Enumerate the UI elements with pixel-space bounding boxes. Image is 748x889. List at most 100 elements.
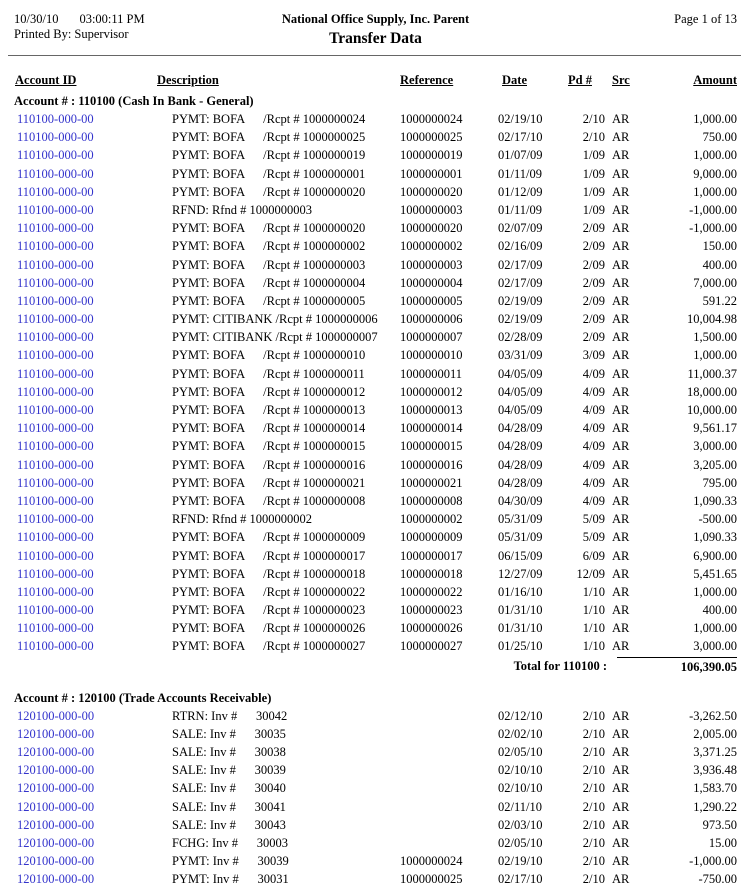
account-id-link[interactable]: 120100-000-00: [14, 707, 172, 725]
row-date: 04/28/09: [498, 456, 558, 474]
row-period: 2/10: [558, 707, 605, 725]
account-id-link[interactable]: 110100-000-00: [14, 528, 172, 546]
row-description: PYMT: BOFA /Rcpt # 1000000008: [172, 492, 398, 510]
account-id-link[interactable]: 110100-000-00: [14, 437, 172, 455]
row-amount: 1,583.70: [647, 779, 737, 797]
account-id-link[interactable]: 110100-000-00: [14, 547, 172, 565]
row-date: 04/28/09: [498, 419, 558, 437]
row-description: PYMT: CITIBANK /Rcpt # 1000000006: [172, 310, 398, 328]
account-id-link[interactable]: 110100-000-00: [14, 219, 172, 237]
account-id-link[interactable]: 120100-000-00: [14, 870, 172, 888]
account-id-link[interactable]: 110100-000-00: [14, 274, 172, 292]
account-id-link[interactable]: 110100-000-00: [14, 201, 172, 219]
account-id-link[interactable]: 120100-000-00: [14, 798, 172, 816]
row-date: 02/10/10: [498, 761, 558, 779]
row-amount: 3,000.00: [647, 437, 737, 455]
account-id-link[interactable]: 120100-000-00: [14, 761, 172, 779]
account-id-link[interactable]: 110100-000-00: [14, 419, 172, 437]
account-id-link[interactable]: 110100-000-00: [14, 165, 172, 183]
account-id-link[interactable]: 110100-000-00: [14, 601, 172, 619]
row-amount: 1,000.00: [647, 346, 737, 364]
column-header-amount: Amount: [647, 72, 737, 90]
section-rows: 120100-000-00 RTRN: Inv # 30042 02/12/10…: [14, 707, 737, 889]
account-id-link[interactable]: 120100-000-00: [14, 725, 172, 743]
row-reference: 1000000009: [398, 528, 498, 546]
account-id-link[interactable]: 110100-000-00: [14, 583, 172, 601]
account-id-link[interactable]: 110100-000-00: [14, 256, 172, 274]
account-id-link[interactable]: 110100-000-00: [14, 183, 172, 201]
row-source: AR: [605, 637, 647, 655]
row-source: AR: [605, 165, 647, 183]
row-description: PYMT: BOFA /Rcpt # 1000000001: [172, 165, 398, 183]
account-id-link[interactable]: 110100-000-00: [14, 565, 172, 583]
account-id-link[interactable]: 120100-000-00: [14, 852, 172, 870]
row-description: PYMT: BOFA /Rcpt # 1000000018: [172, 565, 398, 583]
account-id-link[interactable]: 110100-000-00: [14, 510, 172, 528]
row-description: PYMT: BOFA /Rcpt # 1000000012: [172, 383, 398, 401]
account-id-link[interactable]: 120100-000-00: [14, 779, 172, 797]
row-source: AR: [605, 419, 647, 437]
row-reference: 1000000024: [398, 110, 498, 128]
table-row: 110100-000-00 PYMT: BOFA /Rcpt # 1000000…: [14, 274, 737, 292]
row-date: 02/05/10: [498, 743, 558, 761]
row-reference: 1000000020: [398, 219, 498, 237]
account-id-link[interactable]: 110100-000-00: [14, 383, 172, 401]
table-row: 110100-000-00 PYMT: BOFA /Rcpt # 1000000…: [14, 437, 737, 455]
table-row: 120100-000-00 PYMT: Inv # 30039 10000000…: [14, 852, 737, 870]
row-date: 03/31/09: [498, 346, 558, 364]
table-row: 110100-000-00 PYMT: BOFA /Rcpt # 1000000…: [14, 419, 737, 437]
account-id-link[interactable]: 110100-000-00: [14, 110, 172, 128]
row-date: 02/02/10: [498, 725, 558, 743]
row-amount: 6,900.00: [647, 547, 737, 565]
row-reference: 1000000002: [398, 510, 498, 528]
row-period: 2/10: [558, 761, 605, 779]
row-description: PYMT: BOFA /Rcpt # 1000000015: [172, 437, 398, 455]
account-id-link[interactable]: 110100-000-00: [14, 365, 172, 383]
row-description: SALE: Inv # 30039: [172, 761, 398, 779]
account-id-link[interactable]: 110100-000-00: [14, 456, 172, 474]
account-id-link[interactable]: 110100-000-00: [14, 619, 172, 637]
row-period: 2/09: [558, 328, 605, 346]
row-period: 4/09: [558, 474, 605, 492]
row-source: AR: [605, 779, 647, 797]
account-id-link[interactable]: 110100-000-00: [14, 637, 172, 655]
account-id-link[interactable]: 110100-000-00: [14, 328, 172, 346]
row-description: PYMT: BOFA /Rcpt # 1000000027: [172, 637, 398, 655]
account-id-link[interactable]: 110100-000-00: [14, 292, 172, 310]
section-total-row: Total for 110100 : 106,390.05: [14, 657, 737, 678]
table-row: 110100-000-00 PYMT: BOFA /Rcpt # 1000000…: [14, 492, 737, 510]
row-reference: 1000000019: [398, 146, 498, 164]
table-row: 110100-000-00 PYMT: BOFA /Rcpt # 1000000…: [14, 219, 737, 237]
account-id-link[interactable]: 110100-000-00: [14, 492, 172, 510]
column-header-description: Description: [157, 72, 398, 90]
account-id-link[interactable]: 110100-000-00: [14, 146, 172, 164]
row-reference: 1000000025: [398, 128, 498, 146]
row-source: AR: [605, 474, 647, 492]
row-reference: 1000000024: [398, 852, 498, 870]
account-id-link[interactable]: 110100-000-00: [14, 474, 172, 492]
row-reference: 1000000010: [398, 346, 498, 364]
account-id-link[interactable]: 110100-000-00: [14, 401, 172, 419]
row-period: 1/09: [558, 183, 605, 201]
table-row: 110100-000-00 PYMT: BOFA /Rcpt # 1000000…: [14, 237, 737, 255]
account-id-link[interactable]: 120100-000-00: [14, 834, 172, 852]
row-date: 02/16/09: [498, 237, 558, 255]
account-id-link[interactable]: 110100-000-00: [14, 128, 172, 146]
row-period: 2/10: [558, 110, 605, 128]
row-amount: 3,936.48: [647, 761, 737, 779]
row-reference: 1000000004: [398, 274, 498, 292]
header-left: 10/30/10 03:00:11 PM Printed By: Supervi…: [14, 12, 282, 42]
row-source: AR: [605, 565, 647, 583]
account-id-link[interactable]: 110100-000-00: [14, 346, 172, 364]
row-amount: 9,000.00: [647, 165, 737, 183]
row-period: 2/09: [558, 274, 605, 292]
row-date: 12/27/09: [498, 565, 558, 583]
row-reference: 1000000014: [398, 419, 498, 437]
account-id-link[interactable]: 120100-000-00: [14, 816, 172, 834]
account-id-link[interactable]: 110100-000-00: [14, 310, 172, 328]
account-id-link[interactable]: 120100-000-00: [14, 743, 172, 761]
report-header: 10/30/10 03:00:11 PM Printed By: Supervi…: [14, 12, 737, 48]
section-total-amount: 106,390.05: [617, 657, 737, 678]
row-period: 2/10: [558, 725, 605, 743]
account-id-link[interactable]: 110100-000-00: [14, 237, 172, 255]
